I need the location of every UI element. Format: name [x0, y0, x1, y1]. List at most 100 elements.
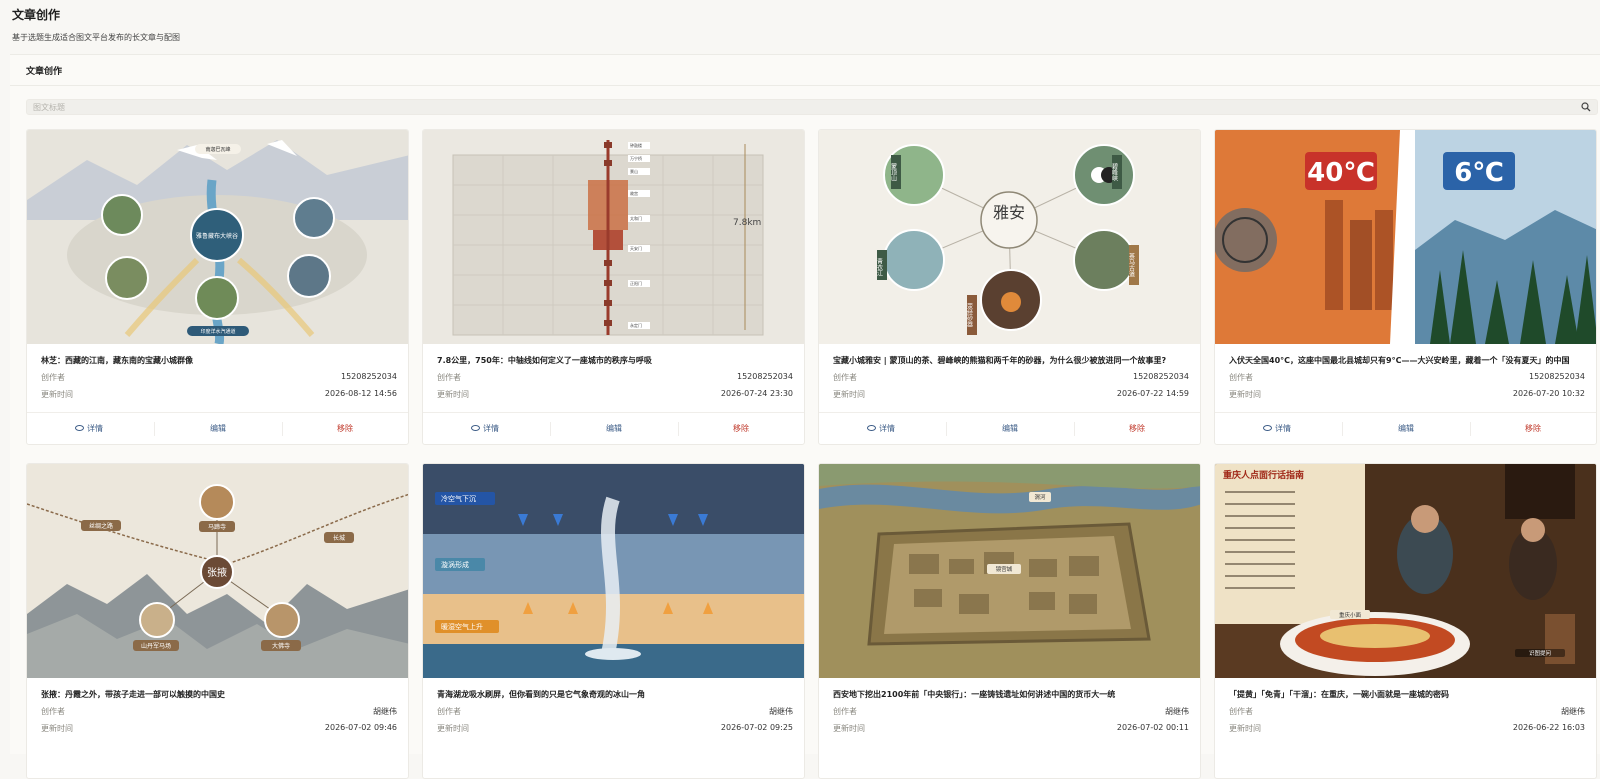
image-label: 渭河 [1034, 493, 1046, 501]
eye-icon [1263, 425, 1272, 431]
detail-label: 详情 [483, 424, 499, 433]
cover-image[interactable]: 重庆小面 重庆人点面行话指南 识图提问 [1215, 464, 1596, 678]
edit-button[interactable]: 编辑 [606, 423, 622, 434]
image-label: 冷空气下沉 [441, 494, 476, 503]
divider [1074, 422, 1075, 436]
image-label: 青衣江 [876, 257, 883, 277]
updated-label: 更新时间 [437, 390, 469, 399]
card-title[interactable]: 「提黄」「免青」「干溜」：在重庆，一碗小面就是一座城的密码 [1229, 689, 1585, 700]
image-label: 永定门 [630, 322, 642, 328]
divider [946, 422, 947, 436]
cover-image[interactable]: 40℃ 6℃ [1215, 130, 1596, 344]
card-title[interactable]: 青海湖龙吸水刷屏，但你看到的只是它气象奇观的冰山一角 [437, 689, 793, 700]
image-label: 大佛寺 [272, 642, 290, 650]
image-label: 正阳门 [630, 280, 642, 286]
image-label: 茶马古道 [1128, 252, 1135, 278]
updated-label: 更新时间 [437, 724, 469, 733]
edit-button[interactable]: 编辑 [1002, 423, 1018, 434]
updated-row: 更新时间 2026-07-02 00:11 [833, 723, 1189, 734]
cover-image[interactable]: 冷空气下沉 漩涡形成 暖湿空气上升 [423, 464, 804, 678]
updated-value: 2026-07-22 14:59 [1116, 389, 1189, 398]
updated-value: 2026-06-22 16:03 [1512, 723, 1585, 732]
article-card[interactable]: 冷空气下沉 漩涡形成 暖湿空气上升 青海湖龙吸水刷屏，但你看到的只是它气象奇观的… [422, 463, 805, 779]
author-label: 创作者 [1229, 373, 1253, 382]
article-card[interactable]: 张掖 丝绸之路 马蹄寺 长城 山丹军马场 大佛寺 张掖：丹霞之外，带孩子走进一部… [26, 463, 409, 779]
author-value: 胡继伟 [373, 707, 397, 716]
detail-label: 详情 [1275, 424, 1291, 433]
article-card[interactable]: 雅安 蒙顶山 碧峰峡 青衣江 茶马古道 荥经砂器 宝藏小城雅安 | 蒙顶山的茶、… [818, 129, 1201, 445]
edit-button[interactable]: 编辑 [1398, 423, 1414, 434]
card-title[interactable]: 7.8公里，750年：中轴线如何定义了一座城市的秩序与呼吸 [437, 355, 793, 366]
updated-row: 更新时间 2026-07-02 09:25 [437, 723, 793, 734]
author-value: 胡继伟 [1165, 707, 1189, 716]
image-label: 重庆小面 [1339, 611, 1362, 619]
updated-row: 更新时间 2026-07-02 09:46 [41, 723, 397, 734]
remove-button[interactable]: 移除 [1525, 423, 1541, 434]
article-card[interactable]: 雅鲁藏布大峡谷 南迦巴瓦峰 印度洋水汽通道 林芝：西藏的江南，藏东南的宝藏小城群… [26, 129, 409, 445]
search-input[interactable] [33, 101, 1563, 114]
card-title[interactable]: 张掖：丹霞之外，带孩子走进一部可以触摸的中国史 [41, 689, 397, 700]
updated-label: 更新时间 [41, 390, 73, 399]
cover-image[interactable]: 雅鲁藏布大峡谷 南迦巴瓦峰 印度洋水汽通道 [27, 130, 408, 344]
author-label: 创作者 [833, 707, 857, 716]
article-card[interactable]: 重庆小面 重庆人点面行话指南 识图提问 「提黄」「免青」「干溜」：在重庆，一碗小… [1214, 463, 1597, 779]
image-label: 40℃ [1307, 158, 1375, 188]
author-row: 创作者 胡继伟 [833, 706, 1189, 717]
updated-value: 2026-07-20 10:32 [1512, 389, 1585, 398]
article-card[interactable]: 40℃ 6℃ 入伏天全国40°C，这座中国最北县城却只有9°C——大兴安岭里，藏… [1214, 129, 1597, 445]
image-label: 太和门 [630, 215, 642, 221]
card-title[interactable]: 入伏天全国40°C，这座中国最北县城却只有9°C——大兴安岭里，藏着一个「没有夏… [1229, 355, 1585, 366]
divider [154, 422, 155, 436]
detail-label: 详情 [87, 424, 103, 433]
cover-image[interactable]: 张掖 丝绸之路 马蹄寺 长城 山丹军马场 大佛寺 [27, 464, 408, 678]
cover-image[interactable]: 镜宫城 渭河 [819, 464, 1200, 678]
article-panel: 文章创作 雅鲁藏布大峡谷 [10, 54, 1600, 779]
remove-button[interactable]: 移除 [337, 423, 353, 434]
author-label: 创作者 [437, 373, 461, 382]
updated-label: 更新时间 [833, 724, 865, 733]
image-label: 钟鼓楼 [630, 142, 642, 148]
author-label: 创作者 [1229, 707, 1253, 716]
edit-button[interactable]: 编辑 [210, 423, 226, 434]
updated-row: 更新时间 2026-07-24 23:30 [437, 389, 793, 400]
card-actions: 详情 编辑 移除 [423, 412, 804, 444]
remove-button[interactable]: 移除 [733, 423, 749, 434]
card-actions: 详情 编辑 移除 [27, 412, 408, 444]
card-title[interactable]: 林芝：西藏的江南，藏东南的宝藏小城群像 [41, 355, 397, 366]
panel-title: 文章创作 [26, 67, 63, 77]
updated-row: 更新时间 2026-08-12 14:56 [41, 389, 397, 400]
author-row: 创作者 胡继伟 [41, 706, 397, 717]
detail-button[interactable]: 详情 [471, 423, 499, 434]
author-row: 创作者 15208252034 [833, 372, 1189, 383]
card-title[interactable]: 西安地下挖出2100年前「中央银行」：一座铸钱遗址如何讲述中国的货币大一统 [833, 689, 1189, 700]
card-title[interactable]: 宝藏小城雅安 | 蒙顶山的茶、碧峰峡的熊猫和两千年的砂器，为什么很少被放进同一个… [833, 355, 1189, 366]
search-icon[interactable] [1580, 101, 1592, 113]
detail-button[interactable]: 详情 [867, 423, 895, 434]
author-value: 15208252034 [737, 372, 793, 381]
image-label: 南迦巴瓦峰 [205, 146, 230, 153]
eye-icon [471, 425, 480, 431]
updated-label: 更新时间 [833, 390, 865, 399]
detail-label: 详情 [879, 424, 895, 433]
updated-row: 更新时间 2026-07-22 14:59 [833, 389, 1189, 400]
cover-image[interactable]: 雅安 蒙顶山 碧峰峡 青衣江 茶马古道 荥经砂器 [819, 130, 1200, 344]
eye-icon [867, 425, 876, 431]
card-actions: 详情 编辑 移除 [819, 412, 1200, 444]
cover-image[interactable]: 钟鼓楼 万宁桥 景山 故宫 太和门 天安门 正阳门 永定门 7.8km [423, 130, 804, 344]
image-label: 重庆人点面行话指南 [1223, 469, 1304, 481]
remove-button[interactable]: 移除 [1129, 423, 1145, 434]
search-bar [26, 99, 1598, 115]
image-label: 印度洋水汽通道 [200, 328, 235, 335]
image-label[interactable]: 识图提问 [1529, 649, 1551, 657]
detail-button[interactable]: 详情 [1263, 423, 1291, 434]
image-label: 山丹军马场 [141, 642, 171, 650]
author-label: 创作者 [41, 707, 65, 716]
article-card[interactable]: 钟鼓楼 万宁桥 景山 故宫 太和门 天安门 正阳门 永定门 7.8km 7.8公… [422, 129, 805, 445]
article-card[interactable]: 镜宫城 渭河 西安地下挖出2100年前「中央银行」：一座铸钱遗址如何讲述中国的货… [818, 463, 1201, 779]
image-label: 碧峰峡 [1111, 162, 1118, 182]
updated-value: 2026-07-02 09:46 [324, 723, 397, 732]
author-row: 创作者 15208252034 [1229, 372, 1585, 383]
detail-button[interactable]: 详情 [75, 423, 103, 434]
image-label: 张掖 [207, 566, 227, 579]
image-label: 天安门 [630, 245, 642, 251]
